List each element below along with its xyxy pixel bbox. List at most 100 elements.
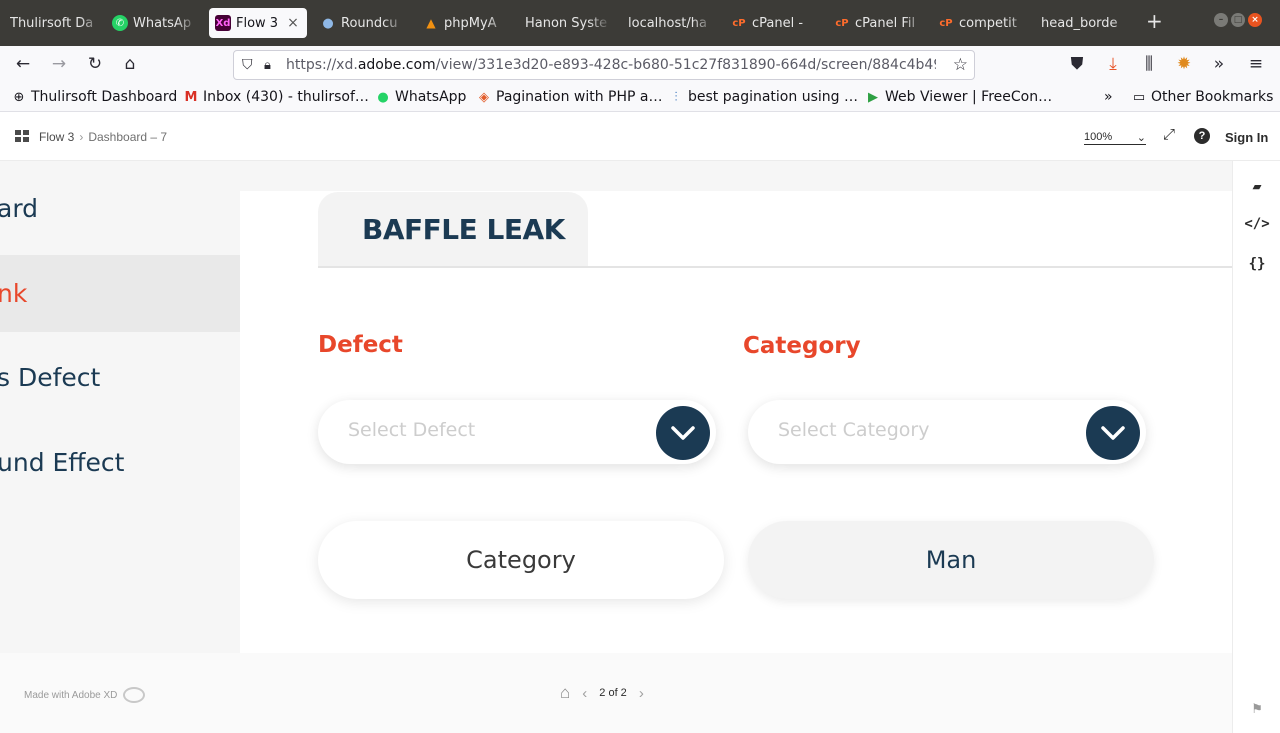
close-window-button[interactable]: × <box>1248 13 1262 27</box>
defect-placeholder: Select Defect <box>348 419 476 441</box>
navigation-bar: ← → ↻ ⌂ ⛉ 🔒︎ https://xd.adobe.com/view/3… <box>0 46 1280 84</box>
home-icon[interactable]: ⌂ <box>119 54 141 74</box>
xd-footer: Made with Adobe XD ⌂ ‹ 2 of 2 › <box>0 653 1232 733</box>
overflow-icon: » <box>1104 89 1113 105</box>
chart-icon: ⫶ <box>674 89 678 105</box>
folder-icon: ▭ <box>1132 89 1146 105</box>
sidebar-item-dashboard[interactable]: ard <box>0 171 240 235</box>
bookmark-web-viewer[interactable]: ▶ Web Viewer | FreeCon… <box>866 89 1052 105</box>
bookmark-thulirsoft[interactable]: ⊕ Thulirsoft Dashboard <box>12 89 178 105</box>
globe-icon: ⊕ <box>13 89 25 105</box>
grid-view-icon[interactable] <box>15 130 29 142</box>
tab-cpanel[interactable]: cP cPanel - <box>731 8 823 38</box>
chevron-down-icon[interactable] <box>1086 406 1140 460</box>
fullscreen-icon[interactable]: ⤢ <box>1163 126 1175 143</box>
reload-icon[interactable]: ↻ <box>84 54 106 74</box>
sidebar-item-label: und Effect <box>0 448 125 477</box>
next-icon[interactable]: › <box>639 685 644 702</box>
whatsapp-icon: ● <box>377 89 389 105</box>
bookmark-pagination-php[interactable]: ◈ Pagination with PHP a… <box>477 89 662 105</box>
defect-label: Defect <box>318 332 403 358</box>
diamond-icon: ◈ <box>479 89 489 105</box>
back-icon[interactable]: ← <box>12 54 34 74</box>
made-with-label: Made with Adobe XD <box>24 689 118 701</box>
minimize-button[interactable]: – <box>1214 13 1228 27</box>
tab-whatsapp[interactable]: ✆ WhatsAp <box>112 8 198 38</box>
url-text[interactable]: https://xd.adobe.com/view/331e3d20-e893-… <box>286 57 936 73</box>
braces-icon[interactable]: {} <box>1233 256 1280 272</box>
xd-header: Flow 3 › Dashboard – 7 100% ⌄ ⤢ ? Sign I… <box>0 113 1280 161</box>
cpanel-icon: cP <box>835 17 849 29</box>
tab-cpanel-files[interactable]: cP cPanel Fil <box>834 8 926 38</box>
sign-in-link[interactable]: Sign In <box>1225 130 1268 145</box>
cpanel-icon: cP <box>939 17 953 29</box>
lock-icon[interactable]: 🔒︎ <box>264 58 286 73</box>
forward-icon[interactable]: → <box>48 54 70 74</box>
code-icon[interactable]: </> <box>1233 216 1280 232</box>
creative-cloud-icon <box>123 687 146 703</box>
bookmark-inbox[interactable]: M Inbox (430) - thulirsof… <box>184 89 369 105</box>
comment-icon[interactable]: ▰ <box>1233 177 1280 195</box>
man-button[interactable]: Man <box>748 521 1154 599</box>
url-bar[interactable]: ⛉ 🔒︎ https://xd.adobe.com/view/331e3d20-… <box>233 50 975 80</box>
previous-icon[interactable]: ‹ <box>582 685 587 702</box>
category-select[interactable]: Select Category <box>748 400 1146 464</box>
help-icon[interactable]: ? <box>1194 128 1210 144</box>
extension-icon[interactable]: ✹ <box>1173 54 1195 74</box>
bookmark-whatsapp[interactable]: ● WhatsApp <box>376 89 466 105</box>
sidebar-item-cause-and-effect[interactable]: und Effect <box>0 424 240 501</box>
adobe-xd-icon: Xd <box>215 15 231 31</box>
whatsapp-icon: ✆ <box>112 15 128 31</box>
right-rail: ▰ </> {} ⚑ <box>1232 161 1280 733</box>
maximize-button[interactable]: □ <box>1231 13 1245 27</box>
artboard: ard nk s Defect und Effect BAFFLE LEAK D… <box>0 161 1232 653</box>
downloads-icon[interactable]: ⤓ <box>1102 54 1124 74</box>
sidebar-item-link[interactable]: nk <box>0 255 240 332</box>
category-button[interactable]: Category <box>318 521 724 599</box>
bookmark-label: Pagination with PHP a… <box>496 89 663 105</box>
cpanel-icon: cP <box>732 17 746 29</box>
browser-tab-strip: Thulirsoft Da ✆ WhatsAp Xd Flow 3 × ● Ro… <box>0 0 1280 46</box>
main-content: BAFFLE LEAK Defect Category Select Defec… <box>240 191 1232 653</box>
bookmark-label: Web Viewer | FreeCon… <box>885 89 1053 105</box>
category-label: Category <box>743 333 861 359</box>
bookmark-best-pagination[interactable]: ⫶ best pagination using … <box>669 89 858 105</box>
tab-localhost[interactable]: localhost/ha <box>628 8 714 38</box>
overflow-menu-icon[interactable]: » <box>1208 54 1230 74</box>
sidebar-item-process-defect[interactable]: s Defect <box>0 339 240 416</box>
flag-icon[interactable]: ⚑ <box>1233 699 1280 717</box>
tab-hanon[interactable]: Hanon Syste <box>525 8 611 38</box>
bookmark-label: best pagination using … <box>688 89 858 105</box>
home-icon[interactable]: ⌂ <box>560 683 570 703</box>
tab-roundcube[interactable]: ● Roundcu <box>320 8 406 38</box>
sidebar: ard nk s Defect und Effect <box>0 191 240 653</box>
close-tab-icon[interactable]: × <box>287 15 299 31</box>
new-tab-button[interactable]: + <box>1146 10 1163 32</box>
tab-thulirsoft[interactable]: Thulirsoft Da <box>10 8 102 38</box>
bookmark-label: Inbox (430) - thulirsof… <box>203 89 369 105</box>
chevron-down-icon[interactable] <box>656 406 710 460</box>
bookmark-star-icon[interactable]: ☆ <box>953 55 968 75</box>
defect-select[interactable]: Select Defect <box>318 400 716 464</box>
tab-divider <box>318 266 1232 268</box>
hamburger-menu-icon[interactable]: ≡ <box>1245 54 1267 74</box>
other-bookmarks[interactable]: ▭ Other Bookmarks <box>1132 89 1274 105</box>
pocket-icon[interactable]: ⛊ <box>1066 54 1088 74</box>
sidebar-item-label: s Defect <box>0 363 101 392</box>
library-icon[interactable]: ⫼ <box>1138 54 1160 74</box>
zoom-value: 100% <box>1084 131 1113 143</box>
tab-competit[interactable]: cP competit <box>938 8 1030 38</box>
tracking-shield-icon[interactable]: ⛉ <box>242 57 264 73</box>
bookmark-label: Thulirsoft Dashboard <box>31 89 178 105</box>
page-title: BAFFLE LEAK <box>362 213 565 246</box>
zoom-select[interactable]: 100% ⌄ <box>1084 131 1146 145</box>
category-placeholder: Select Category <box>778 419 930 441</box>
tab-flow-3[interactable]: Xd Flow 3 × <box>209 8 307 38</box>
tab-phpmyadmin[interactable]: ▲ phpMyA <box>423 8 509 38</box>
bookmarks-overflow-button[interactable]: » <box>1104 89 1113 105</box>
tab-label: Flow 3 <box>236 15 279 31</box>
breadcrumb: Flow 3 › Dashboard – 7 <box>39 130 167 144</box>
bookmark-label: Other Bookmarks <box>1151 89 1274 105</box>
tab-head-border[interactable]: head_borde <box>1041 8 1133 38</box>
breadcrumb-flow[interactable]: Flow 3 <box>39 130 74 144</box>
